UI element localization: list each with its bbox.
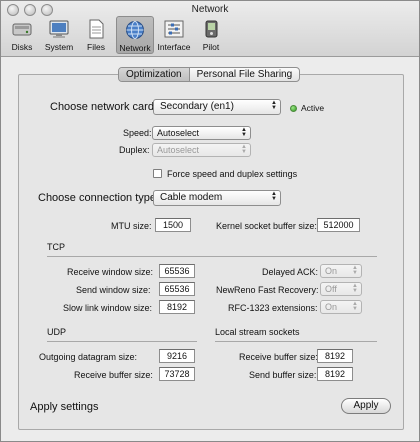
speed-select[interactable]: Autoselect ▲ ▼ bbox=[152, 126, 251, 140]
mtu-size-label: MTU size: bbox=[111, 221, 152, 231]
optimization-panel: Choose network card: Secondary (en1) ▲ ▼ … bbox=[18, 74, 404, 430]
chevron-updown-icon: ▲ ▼ bbox=[271, 100, 277, 111]
duplex-select[interactable]: Autoselect ▲ ▼ bbox=[152, 143, 251, 157]
status-indicator-icon bbox=[290, 105, 297, 112]
local-send-label: Send buffer size: bbox=[249, 370, 317, 380]
toolbar-label: Interface bbox=[157, 42, 191, 52]
kernel-buffer-label: Kernel socket buffer size: bbox=[216, 221, 317, 231]
chevron-updown-icon: ▲ ▼ bbox=[352, 265, 358, 276]
delayed-ack-label: Delayed ACK: bbox=[262, 267, 319, 277]
force-speed-label: Force speed and duplex settings bbox=[167, 169, 298, 179]
network-card-label: Choose network card: bbox=[50, 101, 157, 113]
newreno-label: NewReno Fast Recovery: bbox=[216, 285, 319, 295]
tab-bar: Optimization Personal File Sharing bbox=[118, 67, 301, 82]
disk-icon bbox=[12, 23, 32, 36]
newreno-select[interactable]: Off ▲ ▼ bbox=[320, 282, 362, 296]
rfc1323-label: RFC-1323 extensions: bbox=[228, 303, 318, 313]
tab-personal-file-sharing[interactable]: Personal File Sharing bbox=[190, 68, 300, 81]
network-card-select[interactable]: Secondary (en1) ▲ ▼ bbox=[153, 99, 281, 115]
apply-settings-label: Apply settings bbox=[30, 401, 99, 413]
duplex-label: Duplex: bbox=[119, 145, 150, 155]
apply-button[interactable]: Apply bbox=[341, 398, 391, 414]
toolbar-label: Network bbox=[119, 43, 151, 53]
connection-type-value: Cable modem bbox=[160, 192, 223, 203]
chevron-updown-icon: ▲ ▼ bbox=[241, 127, 247, 138]
chevron-updown-icon: ▲ ▼ bbox=[352, 283, 358, 294]
force-speed-checkbox[interactable] bbox=[153, 169, 162, 178]
chevron-updown-icon: ▲ ▼ bbox=[271, 191, 277, 202]
pilot-icon bbox=[205, 20, 218, 38]
speed-value: Autoselect bbox=[157, 128, 200, 138]
udp-receive-field[interactable]: 73728 bbox=[159, 367, 195, 381]
newreno-value: Off bbox=[325, 284, 337, 294]
status-text: Active bbox=[301, 103, 325, 113]
tcp-receive-label: Receive window size: bbox=[67, 267, 154, 277]
toolbar-item-pilot[interactable]: Pilot bbox=[194, 16, 228, 54]
local-sockets-separator bbox=[215, 341, 377, 342]
rfc1323-value: On bbox=[325, 302, 338, 312]
tab-optimization[interactable]: Optimization bbox=[119, 68, 190, 81]
udp-separator bbox=[47, 341, 197, 342]
connection-type-label: Choose connection type: bbox=[38, 192, 160, 204]
window-title: Network bbox=[191, 4, 229, 15]
toolbar-item-disks[interactable]: Disks bbox=[5, 16, 39, 54]
toolbar-label: Pilot bbox=[202, 42, 220, 52]
tcp-slowlink-label: Slow link window size: bbox=[63, 303, 153, 313]
local-receive-label: Receive buffer size: bbox=[239, 352, 318, 362]
toolbar-item-interface[interactable]: Interface bbox=[157, 16, 191, 54]
network-card-value: Secondary (en1) bbox=[160, 101, 234, 112]
local-send-field[interactable]: 8192 bbox=[317, 367, 353, 381]
tcp-send-label: Send window size: bbox=[76, 285, 151, 295]
toolbar: Disks System Files Network Interface Pil… bbox=[5, 16, 231, 54]
tcp-slowlink-field[interactable]: 8192 bbox=[159, 300, 195, 314]
speed-label: Speed: bbox=[123, 128, 152, 138]
local-receive-field[interactable]: 8192 bbox=[317, 349, 353, 363]
toolbar-label: Files bbox=[87, 42, 105, 52]
tcp-receive-field[interactable]: 65536 bbox=[159, 264, 195, 278]
chevron-updown-icon: ▲ ▼ bbox=[352, 301, 358, 312]
monitor-icon bbox=[49, 20, 69, 38]
connection-type-select[interactable]: Cable modem ▲ ▼ bbox=[153, 190, 281, 206]
toolbar-item-network[interactable]: Network bbox=[116, 16, 154, 54]
tcp-heading: TCP bbox=[47, 242, 65, 252]
udp-heading: UDP bbox=[47, 327, 67, 337]
title-bar: Network Disks System Files Network Inter… bbox=[1, 1, 419, 57]
local-sockets-heading: Local stream sockets bbox=[215, 327, 300, 337]
toolbar-item-files[interactable]: Files bbox=[79, 16, 113, 54]
tcp-send-field[interactable]: 65536 bbox=[159, 282, 195, 296]
duplex-value: Autoselect bbox=[157, 145, 200, 155]
udp-receive-label: Receive buffer size: bbox=[74, 370, 153, 380]
tcp-separator bbox=[47, 256, 377, 257]
delayed-ack-select[interactable]: On ▲ ▼ bbox=[320, 264, 362, 278]
chevron-updown-icon: ▲ ▼ bbox=[241, 144, 247, 155]
udp-outgoing-field[interactable]: 9216 bbox=[159, 349, 195, 363]
sliders-icon bbox=[164, 20, 184, 38]
preferences-window: Network Disks System Files Network Inter… bbox=[0, 0, 420, 442]
toolbar-item-system[interactable]: System bbox=[42, 16, 76, 54]
toolbar-label: System bbox=[44, 42, 74, 52]
document-icon bbox=[89, 19, 104, 39]
toolbar-label: Disks bbox=[11, 42, 33, 52]
udp-outgoing-label: Outgoing datagram size: bbox=[39, 352, 138, 362]
rfc1323-select[interactable]: On ▲ ▼ bbox=[320, 300, 362, 314]
mtu-size-field[interactable]: 1500 bbox=[155, 218, 191, 232]
kernel-buffer-field[interactable]: 512000 bbox=[317, 218, 360, 232]
globe-icon bbox=[126, 21, 144, 39]
delayed-ack-value: On bbox=[325, 266, 338, 276]
